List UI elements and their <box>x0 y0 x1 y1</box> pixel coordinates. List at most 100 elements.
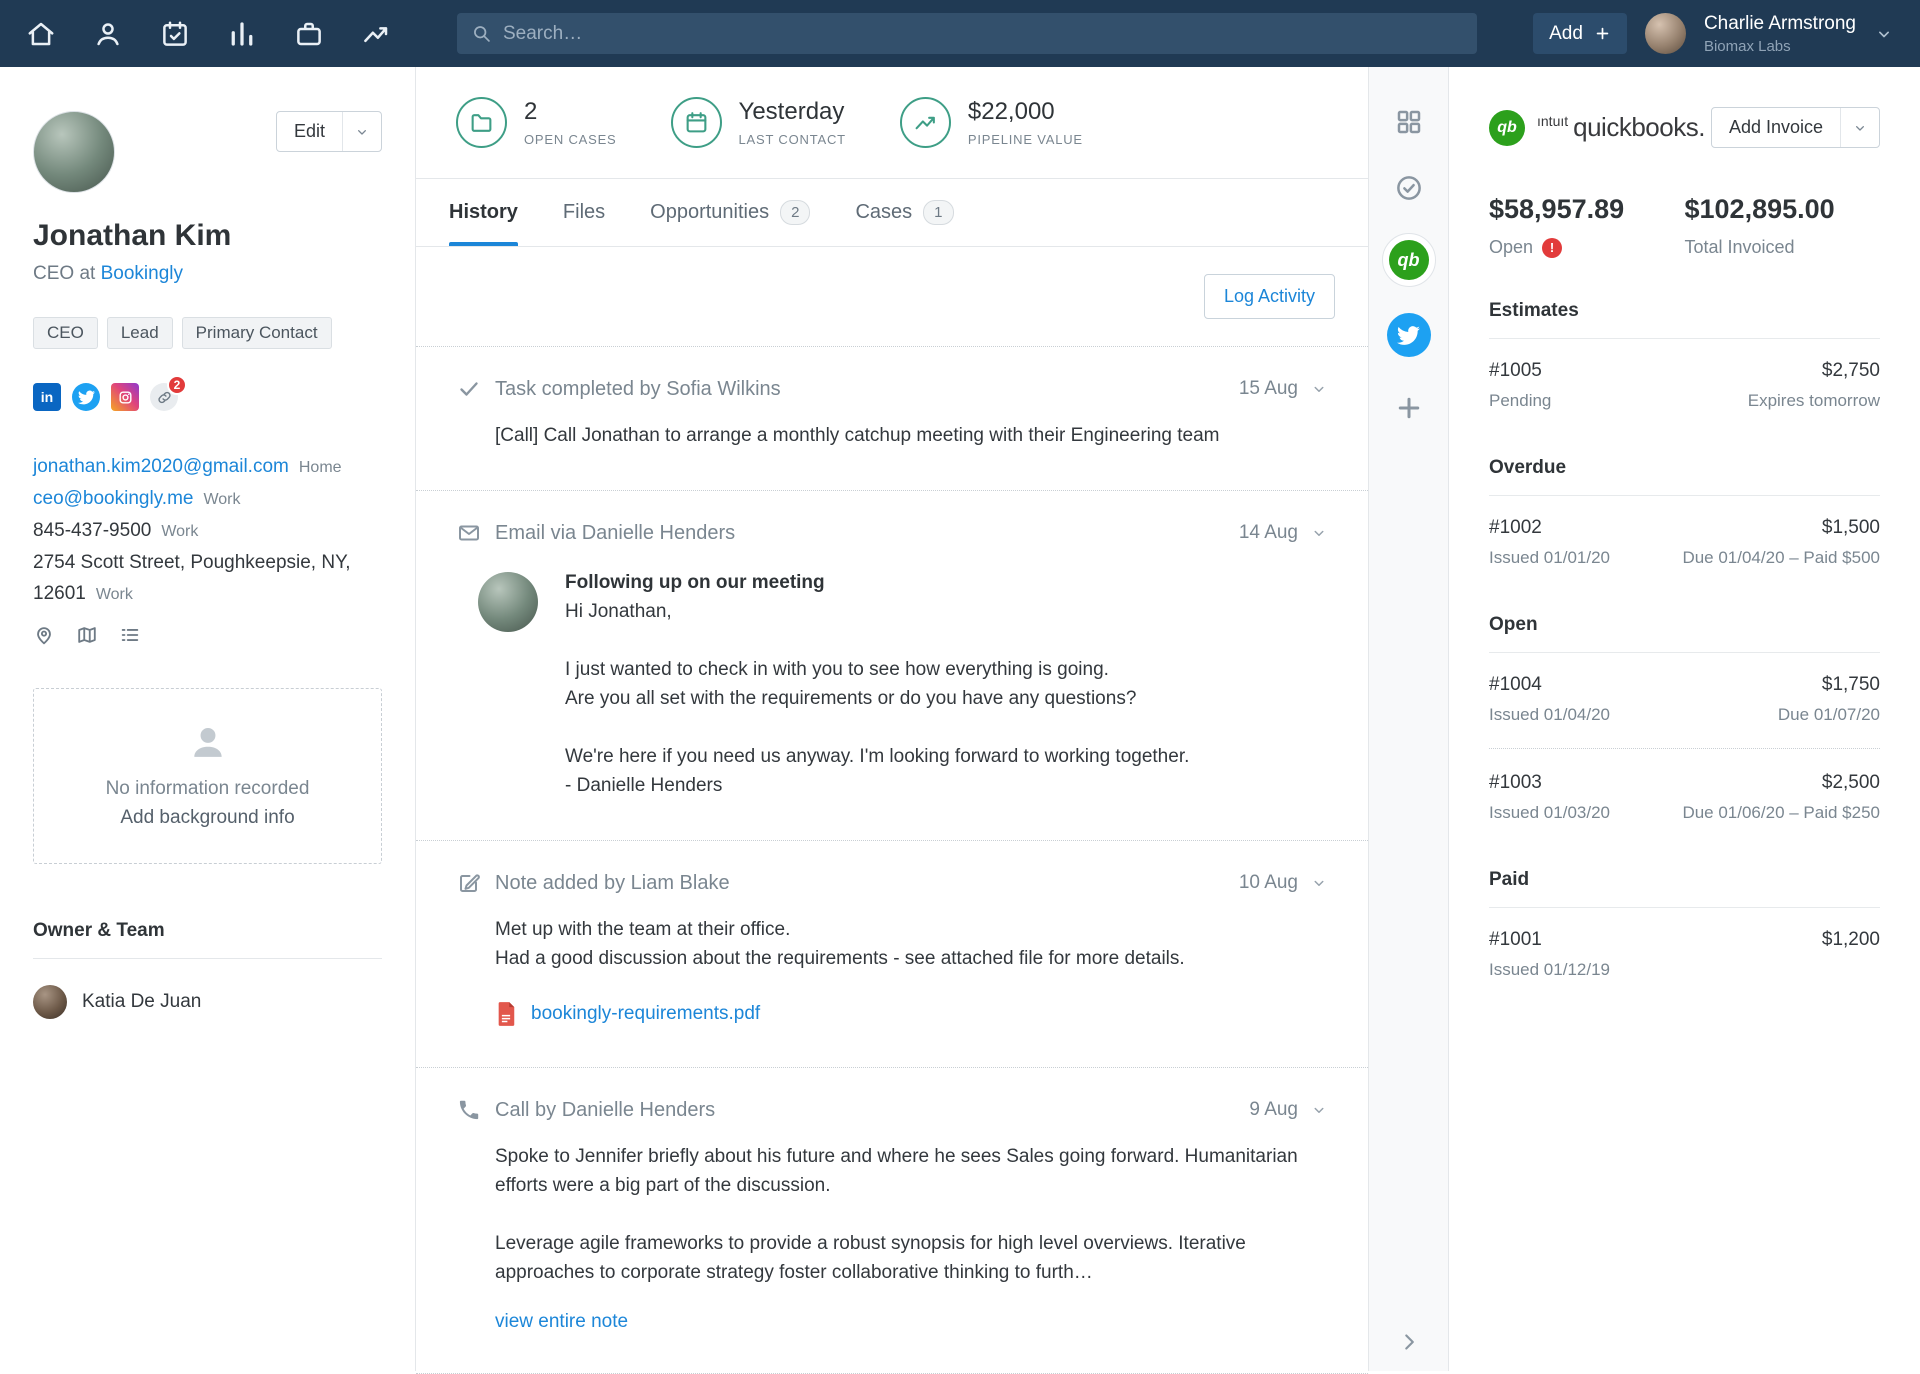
company-link[interactable]: Bookingly <box>101 263 183 284</box>
check-icon <box>457 377 481 401</box>
entry-date: 15 Aug <box>1239 378 1298 400</box>
chevron-right-icon <box>1396 1329 1422 1355</box>
chevron-down-icon <box>1874 24 1894 44</box>
contact-details: jonathan.kim2020@gmail.comHome ceo@booki… <box>33 451 382 646</box>
edit-button[interactable]: Edit <box>276 111 382 152</box>
entry-menu-button[interactable] <box>1310 874 1328 892</box>
open-cases-value: 2 <box>524 98 617 126</box>
user-menu-button[interactable] <box>1874 24 1894 44</box>
tab-cases[interactable]: Cases1 <box>855 179 953 246</box>
user-avatar[interactable] <box>1645 13 1686 54</box>
entry-body: Spoke to Jennifer briefly about his futu… <box>495 1142 1328 1287</box>
view-entire-note-link[interactable]: view entire note <box>495 1311 628 1333</box>
map-pin-icon[interactable] <box>33 624 55 646</box>
pipeline-label: PIPELINE VALUE <box>968 132 1083 147</box>
summary-bar: 2OPEN CASES YesterdayLAST CONTACT $22,00… <box>416 67 1368 179</box>
pipeline-stat[interactable]: $22,000PIPELINE VALUE <box>900 97 1083 148</box>
entry-body: [Call] Call Jonathan to arrange a monthl… <box>495 421 1328 450</box>
nav-people-button[interactable] <box>93 19 123 49</box>
add-button[interactable]: Add <box>1533 13 1627 54</box>
phone-number[interactable]: 845-437-9500 <box>33 520 151 541</box>
last-contact-stat[interactable]: YesterdayLAST CONTACT <box>671 97 846 148</box>
invoice-row[interactable]: #1003$2,500 Issued 01/03/20Due 01/06/20 … <box>1489 748 1880 827</box>
add-background-action[interactable]: Add background info <box>54 807 361 829</box>
chevron-down-icon <box>1310 874 1328 892</box>
linkedin-icon[interactable]: in <box>33 383 61 411</box>
quickbooks-panel-button[interactable]: qb <box>1382 233 1436 287</box>
paid-section: Paid #1001$1,200 Issued 01/12/19 <box>1489 869 1880 984</box>
instagram-icon[interactable] <box>111 383 139 411</box>
team-member-name[interactable]: Katia De Juan <box>82 991 201 1013</box>
chevron-down-icon <box>354 124 370 140</box>
quickbooks-brand: qb ıntuıt quickbooks. <box>1489 110 1705 146</box>
edit-button-label[interactable]: Edit <box>277 112 342 151</box>
quickbooks-wordmark: quickbooks. <box>1573 112 1705 143</box>
nav-tasks-button[interactable] <box>160 19 190 49</box>
contact-avatar[interactable] <box>33 111 115 193</box>
twitter-icon[interactable] <box>72 383 100 411</box>
log-activity-row: Log Activity <box>416 247 1368 347</box>
edit-dropdown-button[interactable] <box>342 112 381 151</box>
tab-files[interactable]: Files <box>563 179 605 246</box>
team-member-row[interactable]: Katia De Juan <box>33 985 382 1019</box>
invoice-number[interactable]: #1005 <box>1489 360 1542 382</box>
top-navbar: Add Charlie Armstrong Biomax Labs <box>0 0 1920 67</box>
links-icon[interactable]: 2 <box>150 383 178 411</box>
invoice-number[interactable]: #1002 <box>1489 517 1542 539</box>
entry-menu-button[interactable] <box>1310 1101 1328 1119</box>
nav-reports-button[interactable] <box>361 19 391 49</box>
add-button-label: Add <box>1549 23 1583 45</box>
invoice-row[interactable]: #1005$2,750 PendingExpires tomorrow <box>1489 339 1880 415</box>
invoice-due: Due 01/07/20 <box>1778 705 1880 725</box>
plus-icon <box>1394 393 1424 423</box>
integration-strip: qb <box>1368 67 1448 1371</box>
tag-lead[interactable]: Lead <box>107 317 173 349</box>
collapse-panel-button[interactable] <box>1396 1329 1422 1355</box>
add-invoice-label[interactable]: Add Invoice <box>1712 108 1840 147</box>
tag-ceo[interactable]: CEO <box>33 317 98 349</box>
invoice-row[interactable]: #1004$1,750 Issued 01/04/20Due 01/07/20 <box>1489 653 1880 729</box>
trend-icon <box>900 97 951 148</box>
nav-pipeline-button[interactable] <box>227 19 257 49</box>
email-subject: Following up on our meeting <box>565 572 1189 594</box>
add-invoice-dropdown[interactable] <box>1840 108 1879 147</box>
dashboard-grid-button[interactable] <box>1394 107 1424 137</box>
invoice-row[interactable]: #1002$1,500 Issued 01/01/20Due 01/04/20 … <box>1489 496 1880 572</box>
invoice-issued: Issued 01/12/19 <box>1489 960 1610 980</box>
twitter-panel-button[interactable] <box>1387 313 1431 357</box>
tag-primary-contact[interactable]: Primary Contact <box>182 317 332 349</box>
attachment-link[interactable]: bookingly-requirements.pdf <box>531 1003 760 1025</box>
background-info-box[interactable]: No information recorded Add background i… <box>33 688 382 864</box>
add-invoice-button[interactable]: Add Invoice <box>1711 107 1880 148</box>
invoice-row[interactable]: #1001$1,200 Issued 01/12/19 <box>1489 908 1880 984</box>
invoice-number[interactable]: #1003 <box>1489 772 1542 794</box>
opportunities-count-badge: 2 <box>780 200 810 225</box>
global-search[interactable] <box>457 13 1477 54</box>
section-heading: Overdue <box>1489 457 1880 496</box>
invoice-number[interactable]: #1004 <box>1489 674 1542 696</box>
nav-cases-button[interactable] <box>294 19 324 49</box>
timeline-entry-email: Email via Danielle Henders 14 Aug Follow… <box>416 491 1368 841</box>
open-cases-stat[interactable]: 2OPEN CASES <box>456 97 617 148</box>
address-actions <box>33 624 382 646</box>
invoice-due: Due 01/06/20 – Paid $250 <box>1682 803 1880 823</box>
contact-main: 2OPEN CASES YesterdayLAST CONTACT $22,00… <box>416 67 1368 1371</box>
log-activity-button[interactable]: Log Activity <box>1204 274 1335 319</box>
search-input[interactable] <box>503 23 1463 45</box>
plus-icon <box>1594 25 1611 42</box>
invoice-amount: $1,750 <box>1822 674 1880 696</box>
nav-home-button[interactable] <box>26 19 56 49</box>
invoice-number[interactable]: #1001 <box>1489 929 1542 951</box>
tasks-check-button[interactable] <box>1394 173 1424 203</box>
map-icon[interactable] <box>76 624 98 646</box>
entry-menu-button[interactable] <box>1310 524 1328 542</box>
add-integration-button[interactable] <box>1394 393 1424 423</box>
list-icon[interactable] <box>119 624 141 646</box>
timeline-entry-call: Call by Danielle Henders 9 Aug Spoke to … <box>416 1068 1368 1374</box>
invoice-amount: $1,500 <box>1822 517 1880 539</box>
email-home-link[interactable]: jonathan.kim2020@gmail.com <box>33 456 289 477</box>
tab-history[interactable]: History <box>449 179 518 246</box>
entry-menu-button[interactable] <box>1310 380 1328 398</box>
email-work-link[interactable]: ceo@bookingly.me <box>33 488 193 509</box>
tab-opportunities[interactable]: Opportunities2 <box>650 179 810 246</box>
